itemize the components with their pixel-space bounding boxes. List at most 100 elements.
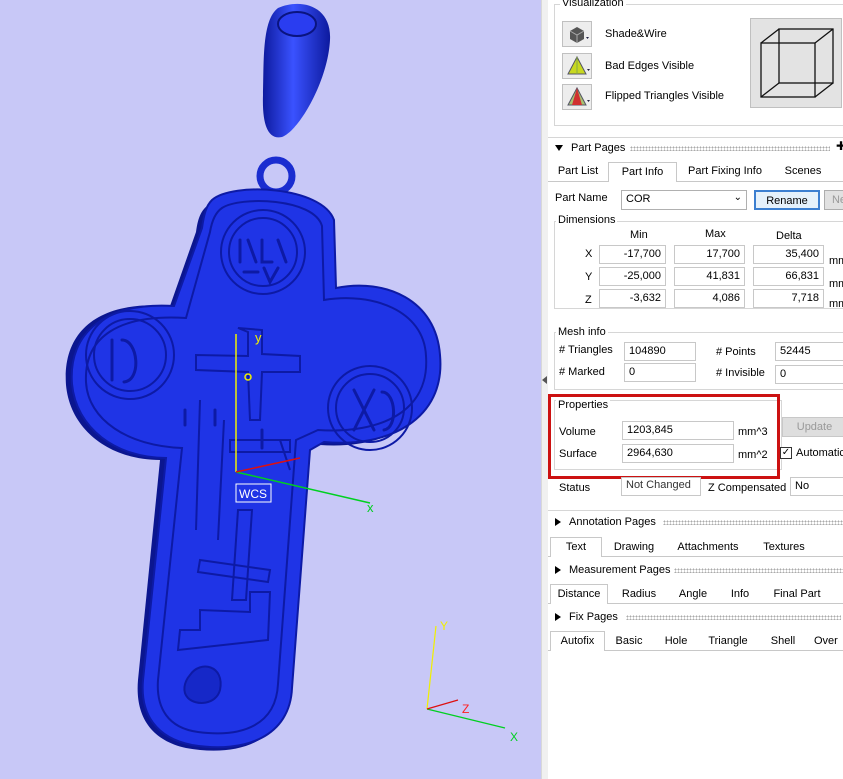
wcs-x-label: x (367, 500, 374, 515)
section-grip (674, 568, 843, 573)
status-label: Status (559, 482, 591, 494)
bad-edges-button[interactable] (562, 53, 592, 79)
bad-edges-icon (567, 55, 590, 75)
dim-x-max: 17,700 (674, 245, 745, 264)
points-label: # Points (716, 346, 756, 358)
section-grip (630, 146, 830, 151)
tab-text[interactable]: Text (550, 537, 602, 557)
col-min-label: Min (630, 229, 648, 241)
collapse-arrow-icon[interactable] (542, 376, 547, 384)
tab-info[interactable]: Info (724, 585, 756, 604)
tab-part-fixing-info[interactable]: Part Fixing Info (684, 162, 766, 181)
dim-z-delta: 7,718 (753, 289, 824, 308)
section-grip (626, 615, 841, 620)
axis-triad: Y Z X (426, 619, 518, 744)
invisible-label: # Invisible (716, 367, 765, 379)
marked-value: 0 (624, 363, 696, 382)
bad-edges-label: Bad Edges Visible (605, 60, 695, 72)
tab-attachments[interactable]: Attachments (674, 538, 742, 557)
expand-right-icon (555, 566, 561, 575)
automatic-label: Automatic (796, 447, 843, 459)
measurement-pages-title: Measurement Pages (569, 564, 671, 576)
marked-label: # Marked (559, 366, 605, 378)
z-compensated-value: No (790, 477, 843, 496)
part-pages-header[interactable]: Part Pages (548, 140, 625, 156)
part-name-select[interactable]: COR ⌄ (621, 190, 747, 210)
flipped-triangles-icon (567, 86, 590, 106)
chevron-down-icon: ⌄ (733, 192, 742, 203)
tab-distance[interactable]: Distance (550, 584, 608, 604)
3d-viewport[interactable]: y x WCS Y Z X (0, 0, 541, 779)
shade-wire-button[interactable] (562, 21, 592, 47)
tab-drawing[interactable]: Drawing (610, 538, 658, 557)
section-grip (663, 520, 843, 525)
panel-splitter[interactable] (541, 0, 548, 779)
annotation-pages-header[interactable]: Annotation Pages (548, 514, 656, 530)
dim-y-unit: mm (829, 278, 843, 290)
tab-autofix[interactable]: Autofix (550, 631, 605, 651)
model-render: y x WCS Y Z X (65, 3, 518, 751)
part-pages-title: Part Pages (571, 142, 626, 154)
mesh-info-title: Mesh info (556, 326, 608, 338)
dimensions-title: Dimensions (556, 214, 618, 226)
shade-wire-label: Shade&Wire (605, 28, 667, 40)
expand-right-icon (555, 613, 561, 622)
tab-part-info[interactable]: Part Info (608, 162, 677, 182)
view-cube[interactable] (750, 18, 842, 108)
measurement-pages-header[interactable]: Measurement Pages (548, 562, 671, 578)
wcs-label: WCS (239, 487, 267, 501)
z-compensated-label: Z Compensated (708, 482, 787, 494)
fix-pages-header[interactable]: Fix Pages (548, 609, 618, 625)
dim-x-min: -17,700 (599, 245, 666, 264)
flipped-triangles-label: Flipped Triangles Visible (605, 90, 725, 102)
dim-x-unit: mm (829, 255, 843, 267)
dim-y-delta: 66,831 (753, 267, 824, 286)
triad-z-label: Z (462, 702, 469, 716)
automatic-checkbox[interactable]: ✓ (780, 447, 792, 459)
triad-x-label: X (510, 730, 518, 744)
tab-radius[interactable]: Radius (618, 585, 660, 604)
properties-panel: Visualization Shade&Wire Bad Edges Visib… (548, 0, 843, 779)
invisible-value: 0 (775, 365, 843, 384)
tab-angle[interactable]: Angle (674, 585, 712, 604)
wireframe-cube-icon (760, 28, 834, 98)
dim-y-label: Y (585, 271, 593, 283)
annotation-pages-title: Annotation Pages (569, 516, 656, 528)
tab-hole[interactable]: Hole (660, 632, 692, 651)
dim-z-unit: mm (829, 298, 843, 310)
part-name-label: Part Name (555, 192, 608, 204)
visualization-title: Visualization (560, 0, 626, 9)
update-button[interactable]: Update (782, 417, 843, 437)
triad-y-label: Y (440, 619, 448, 633)
dim-x-label: X (585, 248, 593, 260)
dim-y-max: 41,831 (674, 267, 745, 286)
triangles-label: # Triangles (559, 344, 613, 356)
tab-textures[interactable]: Textures (757, 538, 811, 557)
highlight-box (548, 394, 780, 479)
expand-right-icon (555, 518, 561, 527)
tab-scenes[interactable]: Scenes (779, 162, 827, 181)
tab-shell[interactable]: Shell (768, 632, 798, 651)
expand-down-icon (555, 145, 563, 152)
rename-button[interactable]: Rename (754, 190, 820, 210)
points-value: 52445 (775, 342, 843, 361)
fix-pages-title: Fix Pages (569, 611, 618, 623)
part-name-value: COR (626, 193, 651, 205)
dim-z-max: 4,086 (674, 289, 745, 308)
tab-triangle[interactable]: Triangle (706, 632, 750, 651)
dim-z-min: -3,632 (599, 289, 666, 308)
tab-part-list[interactable]: Part List (554, 162, 602, 181)
tab-basic[interactable]: Basic (612, 632, 646, 651)
pin-icon[interactable]: ✚ (836, 139, 843, 153)
cube-shade-icon (569, 27, 589, 43)
dim-y-min: -25,000 (599, 267, 666, 286)
tab-overlap[interactable]: Over (814, 632, 843, 651)
flipped-triangles-button[interactable] (562, 84, 592, 110)
col-delta-label: Delta (776, 230, 802, 242)
next-button[interactable]: Ne (824, 190, 843, 210)
col-max-label: Max (705, 228, 726, 240)
bail-part (262, 3, 331, 138)
tab-final-part[interactable]: Final Part (768, 585, 826, 604)
dim-z-label: Z (585, 294, 592, 306)
status-value: Not Changed (621, 477, 701, 496)
